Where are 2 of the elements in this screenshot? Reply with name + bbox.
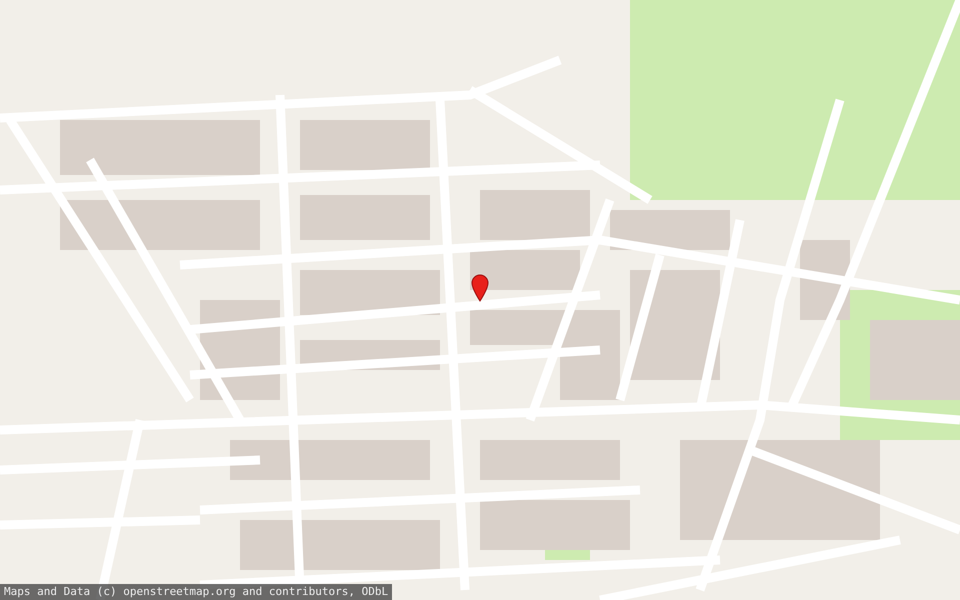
map-attribution: Maps and Data (c) openstreetmap.org and contributors, ODbL <box>0 584 392 600</box>
map-marker-icon[interactable] <box>471 274 489 302</box>
